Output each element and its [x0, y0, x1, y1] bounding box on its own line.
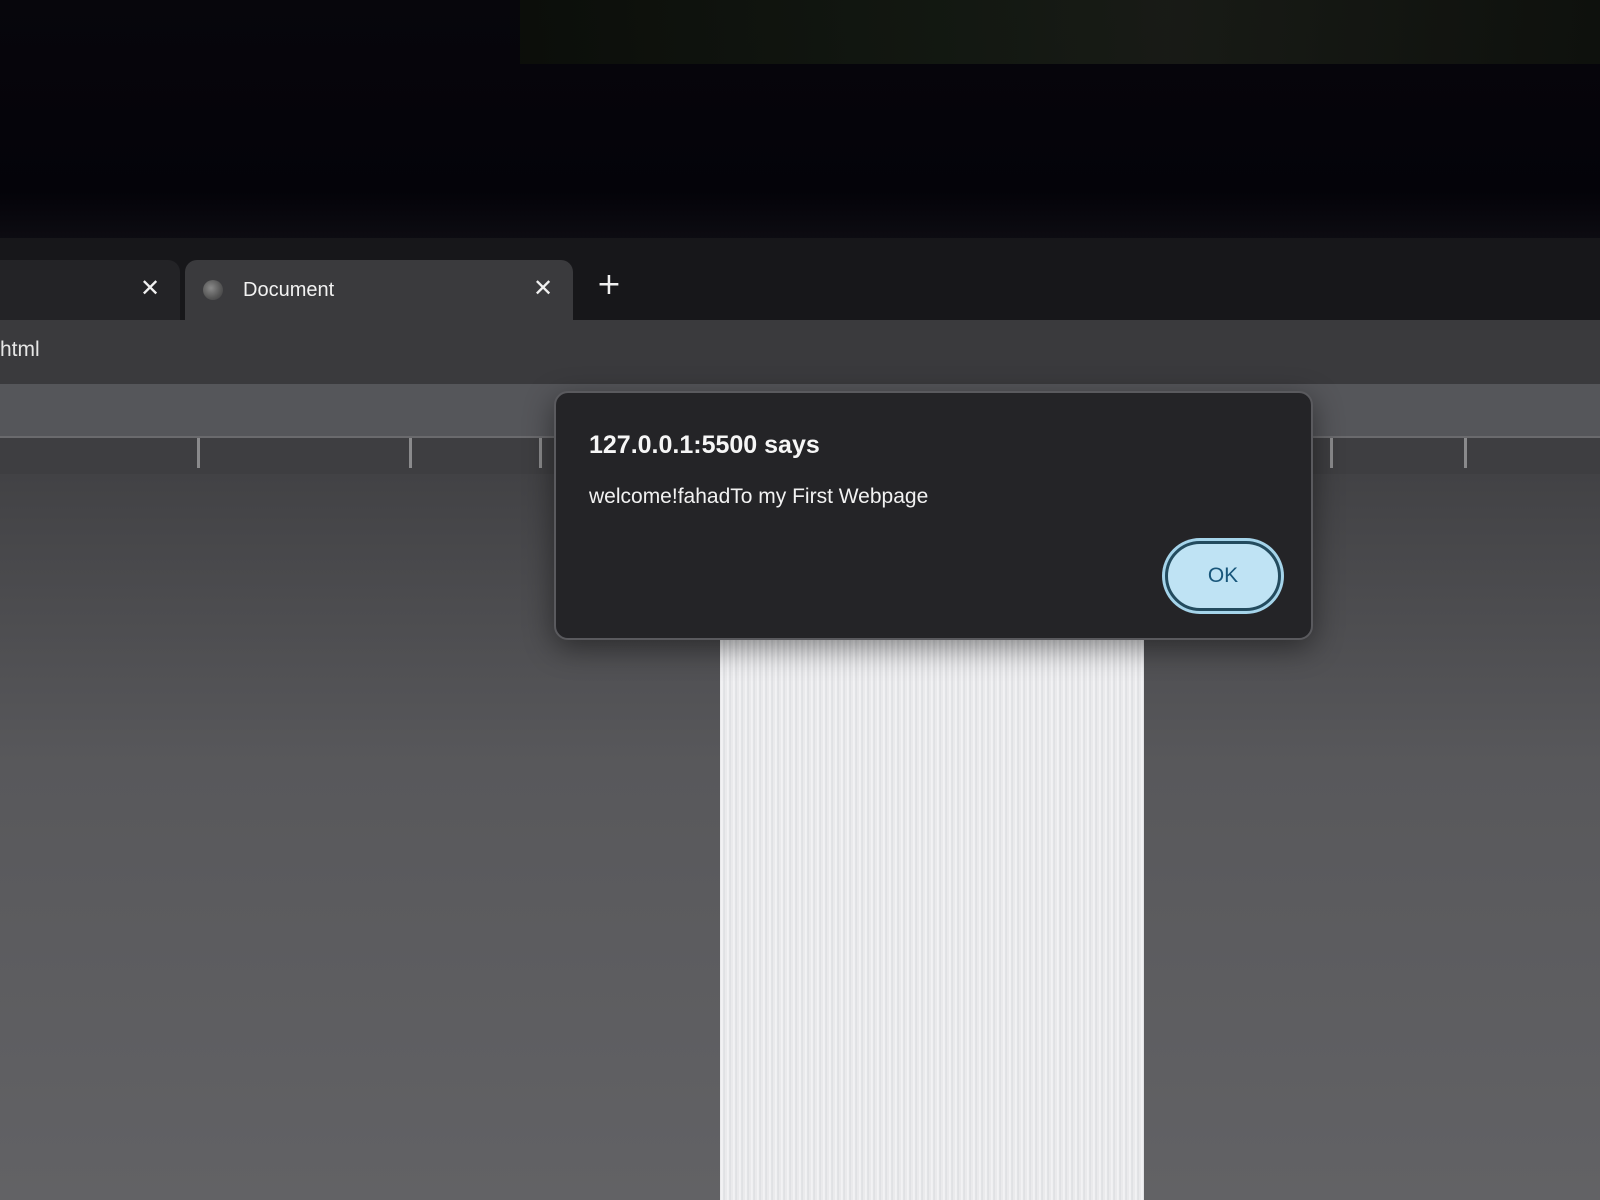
alert-message: welcome!fahadTo my First Webpage: [589, 485, 929, 508]
close-icon[interactable]: ✕: [529, 274, 557, 302]
browser-window: ✕ Document ✕ + html: [0, 238, 1600, 1200]
ruler-tick: [1330, 438, 1333, 468]
plus-icon[interactable]: +: [594, 270, 624, 301]
close-icon[interactable]: ✕: [136, 274, 164, 302]
page-white-strip: [720, 624, 1144, 1200]
alert-title: 127.0.0.1:5500 says: [589, 431, 820, 459]
bezel-reflection: [520, 0, 1600, 64]
globe-icon: [203, 280, 223, 300]
tab-document[interactable]: Document ✕: [185, 260, 573, 320]
address-toolbar: html: [0, 320, 1600, 384]
tab-document-title: Document: [243, 278, 335, 301]
ruler-tick: [409, 438, 412, 468]
tab-previous[interactable]: ✕: [0, 260, 180, 320]
ruler-tick: [197, 438, 200, 468]
ok-button[interactable]: OK: [1165, 541, 1281, 611]
ruler-tick: [1464, 438, 1467, 468]
alert-dialog: 127.0.0.1:5500 says welcome!fahadTo my F…: [554, 391, 1313, 640]
tab-strip: ✕ Document ✕ +: [0, 238, 1600, 320]
ruler-tick: [539, 438, 542, 468]
address-bar-url[interactable]: html: [0, 338, 40, 362]
